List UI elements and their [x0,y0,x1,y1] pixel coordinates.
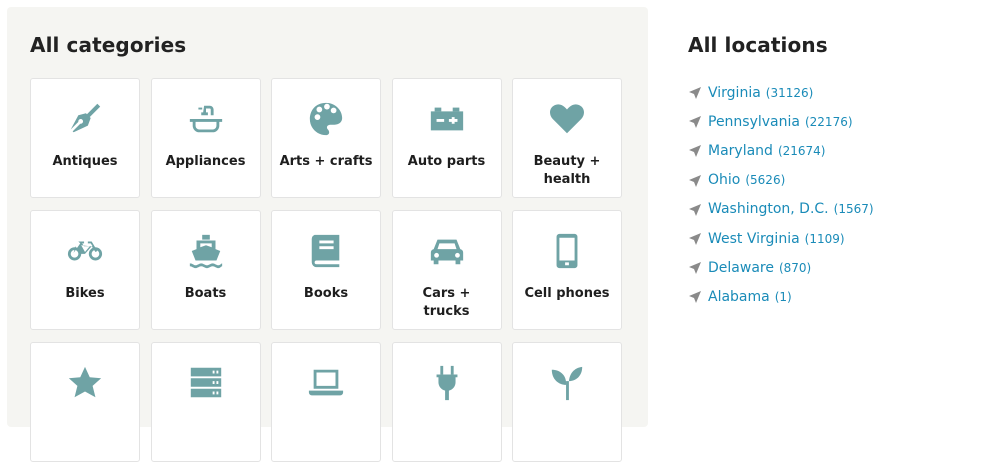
location-arrow-icon [688,260,703,275]
book-icon [306,231,346,271]
location-link-ohio[interactable]: Ohio (5626) [688,166,874,195]
location-name: Delaware [708,259,774,276]
category-tile-plug[interactable] [391,342,502,462]
location-count: (5626) [745,173,786,188]
location-name: Pennsylvania [708,113,800,130]
category-tile-beauty-health[interactable]: Beauty + health [512,78,622,198]
plug-icon [427,363,467,403]
categories-panel: All categories Antiques Appliances Arts … [7,7,648,462]
location-name: Ohio [708,172,741,189]
category-tile-appliances[interactable]: Appliances [150,78,261,198]
location-count: (870) [778,260,812,275]
location-link-pennsylvania[interactable]: Pennsylvania (22176) [688,107,874,136]
fountain-pen-icon [65,99,105,139]
location-count: (31126) [765,85,814,100]
location-count: (1109) [804,231,845,246]
category-tile-boats[interactable]: Boats [150,210,261,330]
car-battery-icon [427,99,467,139]
palette-icon [306,99,346,139]
category-tile-antiques[interactable]: Antiques [30,78,140,198]
location-link-virginia[interactable]: Virginia (31126) [688,78,874,107]
location-name: Alabama [708,288,770,305]
category-grid: Antiques Appliances Arts + crafts Auto p… [30,78,622,462]
mobile-phone-icon [547,231,587,271]
location-arrow-icon [688,143,703,158]
location-arrow-icon [688,114,703,129]
location-name: West Virginia [708,230,800,247]
location-name: Washington, D.C. [708,201,829,218]
car-icon [427,231,467,271]
categories-title: All categories [30,33,187,57]
location-arrow-icon [688,231,703,246]
location-link-alabama[interactable]: Alabama (1) [688,282,874,311]
category-label: Books [303,286,349,301]
category-tile-server[interactable] [150,342,261,462]
location-count: (22176) [804,114,853,129]
location-link-maryland[interactable]: Maryland (21674) [688,136,874,165]
laptop-icon [306,363,346,403]
location-count: (1567) [833,202,874,217]
category-tile-arts-crafts[interactable]: Arts + crafts [271,78,381,198]
sink-icon [186,99,226,139]
category-tile-star[interactable] [30,342,140,462]
star-icon [65,363,105,403]
bicycle-icon [65,231,105,271]
category-label: Cars + trucks [422,286,471,319]
location-arrow-icon [688,202,703,217]
seedling-icon [547,363,587,403]
category-label: Auto parts [407,154,486,169]
category-label: Arts + crafts [279,154,373,169]
location-arrow-icon [688,173,703,188]
location-link-delaware[interactable]: Delaware (870) [688,253,874,282]
category-tile-laptop[interactable] [271,342,381,462]
category-tile-bikes[interactable]: Bikes [30,210,140,330]
location-name: Virginia [708,84,761,101]
category-label: Cell phones [524,286,610,301]
locations-list: Virginia (31126) Pennsylvania (22176) Ma… [688,78,874,312]
location-count: (1) [774,289,792,304]
location-link-washington-dc[interactable]: Washington, D.C. (1567) [688,195,874,224]
category-label: Boats [184,286,227,301]
category-label: Beauty + health [533,154,601,187]
category-label: Appliances [165,154,246,169]
ship-icon [186,231,226,271]
location-link-west-virginia[interactable]: West Virginia (1109) [688,224,874,253]
locations-title: All locations [688,33,828,57]
category-label: Antiques [52,154,118,169]
location-name: Maryland [708,142,773,159]
category-tile-books[interactable]: Books [271,210,381,330]
location-count: (21674) [777,143,826,158]
category-tile-auto-parts[interactable]: Auto parts [391,78,502,198]
location-arrow-icon [688,289,703,304]
category-tile-cell-phones[interactable]: Cell phones [512,210,622,330]
category-label: Bikes [65,286,105,301]
category-tile-cars-trucks[interactable]: Cars + trucks [391,210,502,330]
location-arrow-icon [688,85,703,100]
category-tile-seedling[interactable] [512,342,622,462]
heart-icon [547,99,587,139]
server-icon [186,363,226,403]
